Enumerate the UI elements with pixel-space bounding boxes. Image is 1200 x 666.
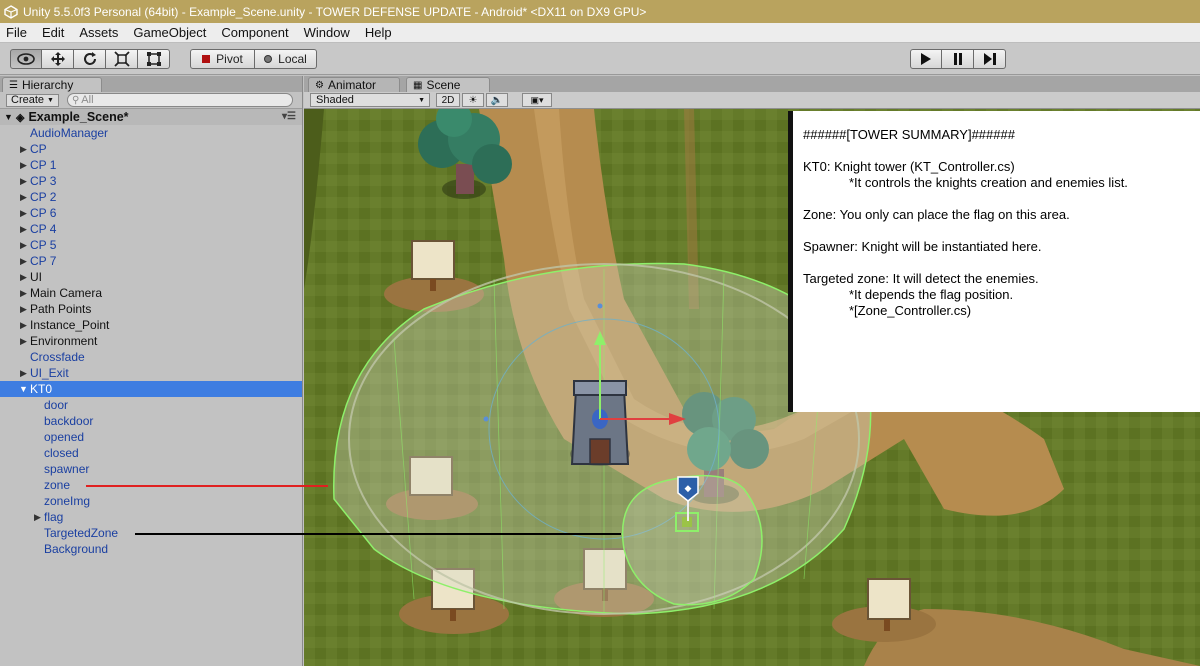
summary-kt0-line: KT0: Knight tower (KT_Controller.cs) [803,159,1015,174]
summary-kt0: KT0: Knight tower (KT_Controller.cs) *It… [803,159,1192,191]
summary-targeted: Targeted zone: It will detect the enemie… [803,271,1192,319]
summary-zone-line: Zone: You only can place the flag on thi… [803,207,1070,222]
summary-spawner-line: Spawner: Knight will be instantiated her… [803,239,1042,254]
summary-targeted-note1: *It depends the flag position. [849,287,1014,302]
summary-targeted-line: Targeted zone: It will detect the enemie… [803,271,1039,286]
summary-kt0-note: *It controls the knights creation and en… [849,175,1128,190]
tower-summary-note: ######[TOWER SUMMARY]###### KT0: Knight … [788,111,1200,412]
summary-title: ######[TOWER SUMMARY]###### [803,127,1015,142]
summary-targeted-note2: *[Zone_Controller.cs) [849,303,972,318]
